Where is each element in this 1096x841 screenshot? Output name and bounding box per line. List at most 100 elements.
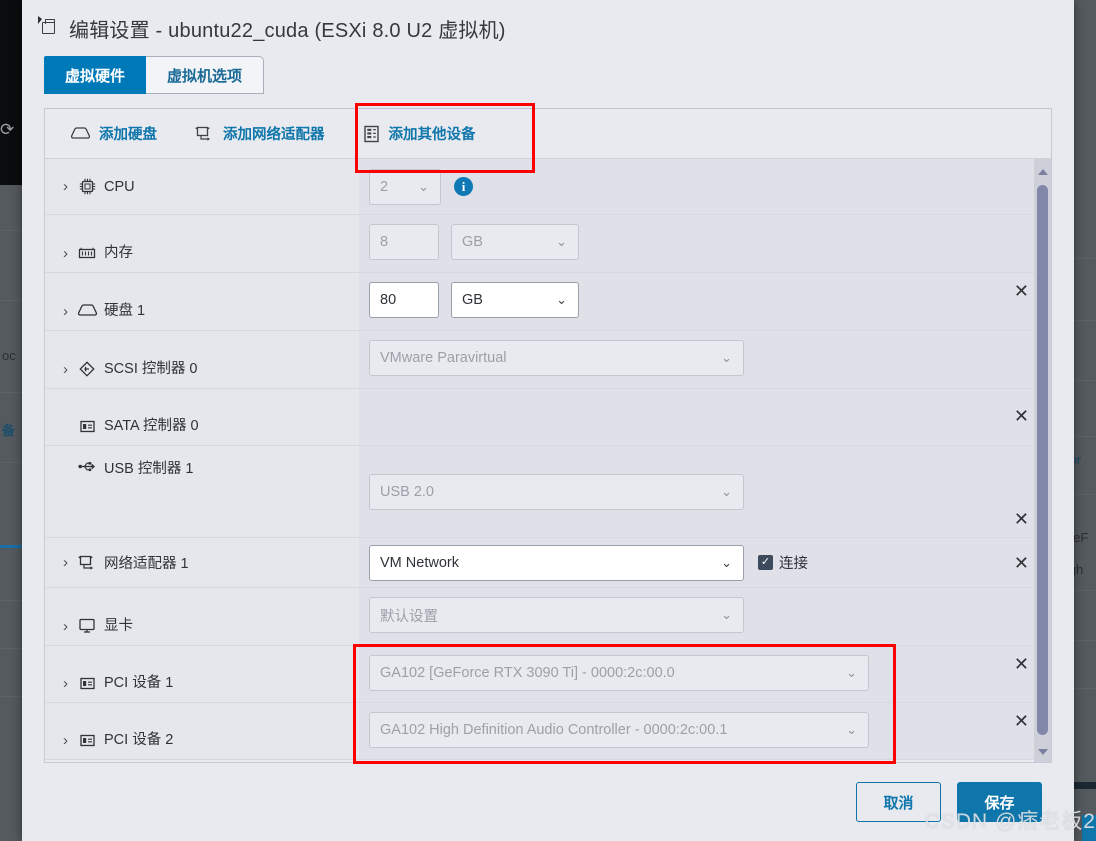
scsi-controller-type-select[interactable]: VMware Paravirtual ⌄ — [369, 340, 744, 376]
table-row: › PCI 设备 1 GA102 [GeForce RTX 3090 Ti] -… — [45, 646, 1051, 703]
cpu-count-select[interactable]: 2 ⌄ — [369, 168, 441, 205]
expand-chevron-icon[interactable]: › — [63, 361, 77, 378]
row-name: SCSI 控制器 0 — [104, 361, 198, 377]
display-icon — [77, 617, 97, 635]
chevron-down-icon: ⌄ — [556, 292, 567, 307]
tab-virtual-hardware[interactable]: 虚拟硬件 — [44, 56, 147, 94]
memory-icon — [77, 244, 97, 262]
remove-device-button[interactable]: ✕ — [1014, 655, 1029, 673]
save-button[interactable]: 保存 — [957, 782, 1042, 822]
pci-icon — [77, 674, 97, 692]
connect-checkbox[interactable]: ✓ — [758, 555, 773, 570]
add-hard-disk-label: 添加硬盘 — [99, 127, 157, 143]
chevron-down-icon: ⌄ — [721, 607, 732, 622]
tab-vm-options[interactable]: 虚拟机选项 — [146, 56, 265, 94]
chevron-down-icon: ⌄ — [721, 350, 732, 365]
row-name: CPU — [104, 178, 135, 195]
row-label-cpu: › CPU — [45, 159, 359, 214]
row-value-video-card: 默认设置 ⌄ — [359, 588, 1051, 645]
table-row: › 网络适配器 1 VM Network ⌄ ✓ 连接 ✕ — [45, 538, 1051, 588]
add-other-device-label: 添加其他设备 — [388, 127, 476, 143]
expand-chevron-icon[interactable]: › — [63, 618, 77, 635]
connect-checkbox-wrapper[interactable]: ✓ 连接 — [758, 552, 808, 573]
background-divider — [0, 462, 22, 463]
expand-chevron-icon[interactable]: › — [63, 178, 77, 195]
chevron-down-icon: ⌄ — [721, 554, 732, 570]
network-select[interactable]: VM Network ⌄ — [369, 544, 744, 581]
expand-chevron-icon[interactable]: › — [63, 554, 77, 571]
background-divider — [0, 648, 22, 649]
row-value-cpu: 2 ⌄ i — [359, 159, 1051, 214]
disk-size-input[interactable]: 80 — [369, 282, 439, 318]
video-card-settings-select[interactable]: 默认设置 ⌄ — [369, 597, 744, 633]
table-row: › CPU 2 ⌄ i — [45, 159, 1051, 215]
expand-chevron-icon[interactable]: › — [63, 675, 77, 692]
usb-controller-type-value: USB 2.0 — [380, 484, 434, 500]
add-network-adapter-label: 添加网络适配器 — [223, 127, 325, 143]
row-name: PCI 设备 2 — [104, 732, 174, 748]
dialog-titlebar: 编辑设置 - ubuntu22_cuda (ESXi 8.0 U2 虚拟机) — [22, 0, 1074, 56]
chevron-down-icon: ⌄ — [721, 484, 732, 499]
remove-device-button[interactable]: ✕ — [1014, 282, 1029, 300]
chevron-down-icon: ⌄ — [556, 234, 567, 249]
memory-size-input[interactable]: 8 — [369, 224, 439, 260]
refresh-icon: ⟳ — [0, 120, 15, 139]
table-row: › PCI 设备 2 GA102 High Definition Audio C… — [45, 703, 1051, 760]
add-network-adapter-button[interactable]: 添加网络适配器 — [195, 123, 325, 144]
dialog-footer: 取消 保存 — [22, 763, 1074, 841]
cancel-button[interactable]: 取消 — [856, 782, 941, 822]
cpu-icon — [77, 178, 97, 196]
chevron-down-icon: ⌄ — [418, 178, 429, 194]
info-icon[interactable]: i — [454, 177, 473, 196]
cpu-count-value: 2 — [380, 178, 389, 195]
scsi-controller-type-value: VMware Paravirtual — [380, 350, 507, 366]
other-device-icon — [363, 125, 380, 143]
table-row: › 内存 8 GB ⌄ — [45, 215, 1051, 273]
remove-device-button[interactable]: ✕ — [1014, 712, 1029, 730]
pci-device-2-select[interactable]: GA102 High Definition Audio Controller -… — [369, 712, 869, 748]
row-name: 内存 — [104, 245, 133, 261]
usb-icon — [77, 457, 97, 475]
expand-chevron-icon[interactable]: › — [63, 732, 77, 749]
memory-size-value: 8 — [380, 234, 389, 250]
pci-icon — [77, 731, 97, 749]
disk-size-value: 80 — [380, 292, 397, 308]
background-text-fragment: 备 — [2, 423, 16, 438]
background-text-fragment: oc — [2, 348, 16, 363]
network-adapter-icon — [77, 554, 97, 572]
chevron-down-icon: ⌄ — [846, 722, 857, 737]
expand-chevron-icon[interactable]: › — [63, 245, 77, 262]
row-value-usb-controller-1: USB 2.0 ⌄ ✕ — [359, 446, 1051, 537]
disk-unit-select[interactable]: GB ⌄ — [451, 282, 579, 318]
add-hard-disk-button[interactable]: 添加硬盘 — [71, 123, 157, 144]
memory-unit-select[interactable]: GB ⌄ — [451, 224, 579, 260]
scroll-down-icon[interactable] — [1034, 743, 1051, 760]
background-selected-row-marker — [0, 545, 22, 548]
row-label-pci-device-2: › PCI 设备 2 — [45, 703, 359, 759]
tab-bar: 虚拟硬件 虚拟机选项 — [22, 56, 1074, 94]
scroll-up-icon[interactable] — [1034, 163, 1051, 180]
table-row: › SATA 控制器 0 ✕ — [45, 389, 1051, 446]
row-name: 硬盘 1 — [104, 303, 146, 319]
disk-unit-value: GB — [462, 292, 483, 308]
row-name: PCI 设备 1 — [104, 675, 174, 691]
row-label-usb-controller-1: › USB 控制器 1 — [45, 446, 359, 537]
chevron-down-icon: ⌄ — [846, 665, 857, 680]
remove-device-button[interactable]: ✕ — [1014, 407, 1029, 425]
pci-device-2-value: GA102 High Definition Audio Controller -… — [380, 722, 728, 738]
add-other-device-button[interactable]: 添加其他设备 — [363, 123, 476, 144]
expand-chevron-icon[interactable]: › — [63, 303, 77, 320]
scrollbar-thumb[interactable] — [1037, 185, 1048, 735]
vertical-scrollbar[interactable] — [1034, 159, 1051, 762]
scsi-icon — [77, 360, 97, 378]
usb-controller-type-select[interactable]: USB 2.0 ⌄ — [369, 474, 744, 510]
remove-device-button[interactable]: ✕ — [1014, 510, 1029, 528]
vm-settings-icon — [38, 16, 60, 38]
remove-device-button[interactable]: ✕ — [1014, 554, 1029, 572]
row-value-sata-controller-0: ✕ — [359, 389, 1051, 445]
dialog-title: 编辑设置 - ubuntu22_cuda (ESXi 8.0 U2 虚拟机) — [69, 19, 506, 42]
network-adapter-icon — [195, 126, 214, 142]
background-blue-button — [1082, 815, 1096, 841]
pci-device-1-select[interactable]: GA102 [GeForce RTX 3090 Ti] - 0000:2c:00… — [369, 655, 869, 691]
row-name: 网络适配器 1 — [104, 556, 189, 572]
